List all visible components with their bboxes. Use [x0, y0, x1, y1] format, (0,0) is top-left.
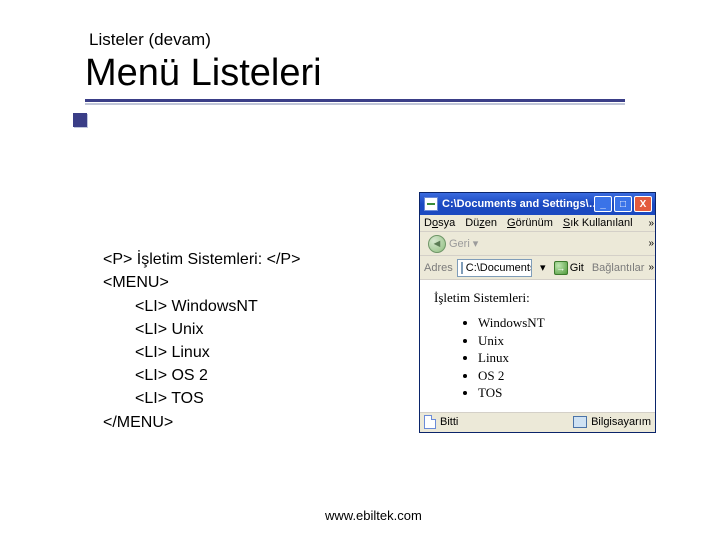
list-item: Linux: [478, 349, 645, 367]
browser-window: C:\Documents and Settings\… _ □ X Dosya …: [419, 192, 656, 433]
status-zone: Bilgisayarım: [591, 416, 651, 428]
content-heading: İşletim Sistemleri:: [434, 290, 645, 306]
close-button[interactable]: X: [634, 196, 652, 212]
main-heading: Menü Listeleri: [85, 52, 625, 95]
back-label: Geri: [449, 238, 470, 250]
list-item: Unix: [478, 332, 645, 350]
code-sample: <P> İşletim Sistemleri: </P> <MENU> <LI>…: [103, 225, 300, 434]
code-line: <P> İşletim Sistemleri: </P>: [103, 251, 300, 268]
titlebar: C:\Documents and Settings\… _ □ X: [420, 193, 655, 215]
code-line: <LI> TOS: [103, 387, 204, 410]
accent-square: [73, 113, 87, 127]
page-icon: [461, 262, 463, 274]
menu-view[interactable]: Görünüm: [507, 217, 553, 229]
address-dropdown-icon[interactable]: ▾: [536, 261, 550, 274]
heading-underline: [85, 99, 625, 102]
menu-edit[interactable]: Düzen: [465, 217, 497, 229]
computer-icon: [573, 416, 587, 428]
list-item: TOS: [478, 384, 645, 402]
window-title: C:\Documents and Settings\…: [442, 198, 594, 210]
ie-icon: [424, 197, 438, 211]
status-done: Bitti: [440, 416, 458, 428]
go-button[interactable]: → Git: [554, 261, 584, 275]
minimize-button[interactable]: _: [594, 196, 612, 212]
sub-heading: Listeler (devam): [89, 30, 625, 50]
dropdown-arrow-icon: ▾: [473, 237, 479, 250]
list-item: WindowsNT: [478, 314, 645, 332]
code-line: <LI> OS 2: [103, 364, 208, 387]
status-bar: Bitti Bilgisayarım: [420, 412, 655, 432]
overflow-icon[interactable]: »: [648, 238, 651, 249]
back-arrow-icon: ◄: [428, 235, 446, 253]
links-label: Bağlantılar: [592, 262, 645, 274]
document-icon: [424, 415, 436, 429]
go-label: Git: [570, 262, 584, 274]
address-label: Adres: [424, 262, 453, 274]
code-line: <MENU>: [103, 274, 169, 291]
overflow-icon[interactable]: »: [648, 218, 651, 229]
address-input[interactable]: C:\Documents: [457, 259, 532, 277]
address-value: C:\Documents: [466, 262, 532, 274]
back-button[interactable]: ◄ Geri ▾: [424, 234, 482, 254]
content-list: WindowsNT Unix Linux OS 2 TOS: [434, 314, 645, 402]
address-bar: Adres C:\Documents ▾ → Git Bağlantılar »: [420, 256, 655, 280]
code-line: </MENU>: [103, 414, 173, 431]
list-item: OS 2: [478, 367, 645, 385]
page-content: İşletim Sistemleri: WindowsNT Unix Linux…: [420, 280, 655, 412]
slide-heading: Listeler (devam) Menü Listeleri: [85, 30, 625, 102]
footer-url: www.ebiltek.com: [325, 508, 422, 523]
menubar: Dosya Düzen Görünüm Sık Kullanılanl »: [420, 215, 655, 232]
maximize-button[interactable]: □: [614, 196, 632, 212]
nav-toolbar: ◄ Geri ▾ »: [420, 232, 655, 256]
code-line: <LI> Unix: [103, 318, 203, 341]
go-arrow-icon: →: [554, 261, 568, 275]
overflow-icon[interactable]: »: [648, 262, 651, 273]
menu-file[interactable]: Dosya: [424, 217, 455, 229]
code-line: <LI> Linux: [103, 341, 210, 364]
menu-favorites[interactable]: Sık Kullanılanl: [563, 217, 633, 229]
code-line: <LI> WindowsNT: [103, 295, 258, 318]
